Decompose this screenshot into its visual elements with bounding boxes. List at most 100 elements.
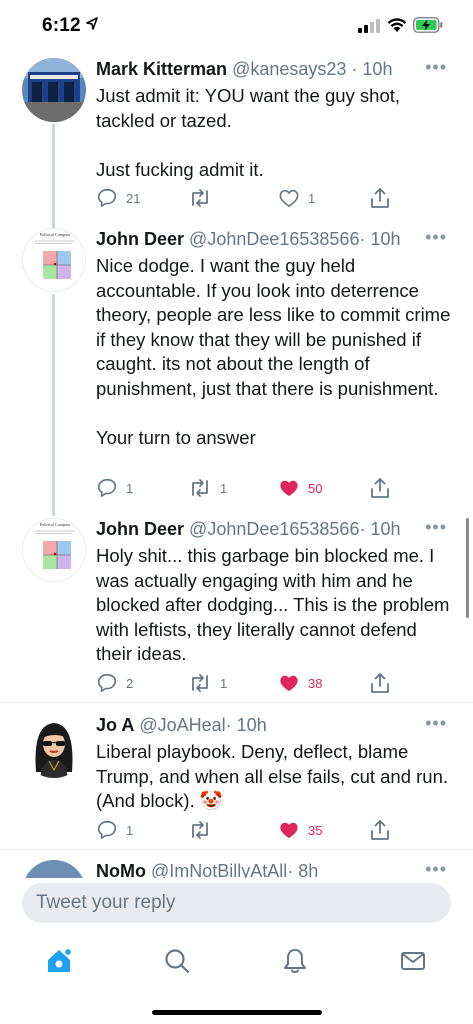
avatar[interactable]: Political Compass [22, 228, 86, 292]
retweet-button[interactable] [188, 186, 220, 210]
reply-button[interactable]: 2 [96, 671, 133, 695]
like-count: 35 [308, 822, 323, 838]
share-icon [371, 478, 389, 498]
like-button[interactable]: 38 [278, 671, 322, 695]
political-compass-avatar-icon: Political Compass [23, 229, 85, 291]
share-button[interactable] [370, 818, 390, 842]
storefront-photo-icon [22, 58, 86, 122]
heart-filled-icon [280, 822, 298, 839]
tweet[interactable]: Jo A @JoAHeal· 10h ••• Liberal playbook.… [0, 714, 473, 844]
tweet-header: Jo A @JoAHeal· 10h [96, 714, 267, 736]
user-handle[interactable]: @JoAHeal [139, 715, 225, 735]
retweet-button[interactable]: 1 [188, 476, 227, 500]
tab-notifications[interactable] [280, 946, 310, 976]
battery-charging-icon [413, 17, 443, 33]
share-icon [371, 820, 389, 840]
display-name[interactable]: John Deer [96, 519, 184, 539]
reply-icon [97, 478, 117, 498]
reply-button[interactable]: 21 [96, 186, 140, 210]
display-name[interactable]: Jo A [96, 715, 134, 735]
share-button[interactable] [370, 186, 390, 210]
avatar-title: Political Compass [40, 522, 71, 527]
reply-button[interactable]: 1 [96, 476, 133, 500]
reply-icon [97, 188, 117, 208]
more-options-icon[interactable]: ••• [425, 714, 447, 732]
share-button[interactable] [370, 671, 390, 695]
tweet[interactable]: Political Compass John Deer @JohnDee1653… [0, 518, 473, 698]
tweet-text: Just admit it: YOU want the guy shot, ta… [96, 85, 401, 180]
more-options-icon[interactable]: ••• [425, 228, 447, 246]
tweet-header: John Deer @JohnDee16538566· 10h [96, 518, 401, 540]
like-button[interactable]: 50 [278, 476, 322, 500]
tweet-time: · 10h [359, 229, 401, 249]
heart-filled-icon [280, 480, 298, 497]
user-handle[interactable]: @JohnDee16538566 [189, 229, 359, 249]
avatar[interactable] [22, 58, 86, 122]
display-name[interactable]: John Deer [96, 229, 184, 249]
retweet-count: 1 [220, 675, 228, 691]
avatar[interactable]: Political Compass [22, 518, 86, 582]
more-options-icon[interactable]: ••• [425, 58, 447, 76]
tweet-time: · 10h [359, 519, 401, 539]
search-icon [165, 949, 190, 974]
divider [0, 849, 473, 850]
retweet-icon [192, 821, 208, 839]
cartoon-woman-avatar-icon [22, 714, 86, 778]
tweet-actions: 2 1 38 [96, 671, 396, 695]
tweet-header: Mark Kitterman @kanesays23 · 10h [96, 58, 392, 80]
more-options-icon[interactable]: ••• [425, 518, 447, 536]
tab-messages[interactable] [398, 946, 428, 976]
home-icon [48, 947, 73, 972]
tweet[interactable]: Mark Kitterman @kanesays23 · 10h ••• Jus… [0, 58, 473, 208]
tab-home[interactable] [44, 946, 74, 976]
retweet-button[interactable] [188, 818, 220, 842]
reply-icon [97, 820, 117, 840]
share-button[interactable] [370, 476, 390, 500]
like-count: 1 [308, 190, 316, 206]
tweet-text: Liberal playbook. Deny, deflect, blame T… [96, 741, 454, 811]
reply-count: 21 [126, 190, 141, 206]
heart-outline-icon [279, 189, 299, 208]
scroll-indicator[interactable] [466, 518, 469, 618]
avatar[interactable] [22, 714, 86, 778]
divider [0, 702, 473, 703]
reply-count: 1 [126, 480, 134, 496]
home-indicator[interactable] [152, 1010, 322, 1015]
tweet-actions: 1 35 [96, 818, 396, 842]
retweet-icon [192, 674, 208, 692]
like-button[interactable]: 35 [278, 818, 322, 842]
location-arrow-icon [86, 17, 98, 30]
cellular-signal-icon [358, 19, 380, 33]
user-handle[interactable]: @JohnDee16538566 [189, 519, 359, 539]
mail-icon [401, 952, 425, 970]
political-compass-avatar-icon: Political Compass [23, 519, 85, 581]
more-options-icon[interactable]: ••• [425, 860, 447, 878]
retweet-icon [192, 189, 208, 207]
tab-search[interactable] [162, 946, 192, 976]
tweet[interactable]: Political Compass John Deer @JohnDee1653… [0, 228, 473, 508]
display-name[interactable]: Mark Kitterman [96, 59, 227, 79]
status-bar: 6:12 [0, 0, 473, 52]
bell-icon [284, 949, 306, 973]
like-count: 38 [308, 675, 323, 691]
reply-composer[interactable] [22, 883, 451, 923]
tweet-text: Holy shit... this garbage bin blocked me… [96, 545, 455, 664]
tweet[interactable]: NoMo @ImNotBillyAtAll· 8h ••• [0, 860, 473, 880]
reply-button[interactable]: 1 [96, 818, 133, 842]
tweet-text: Nice dodge. I want the guy held accounta… [96, 255, 451, 448]
retweet-count: 1 [220, 480, 228, 496]
tweet-time: · 10h [351, 59, 393, 79]
tweet-actions: 21 1 [96, 186, 396, 210]
tweet-header: NoMo @ImNotBillyAtAll· 8h [96, 860, 318, 880]
user-handle[interactable]: @kanesays23 [232, 59, 346, 79]
retweet-button[interactable]: 1 [188, 671, 227, 695]
tweet-header: John Deer @JohnDee16538566· 10h [96, 228, 401, 250]
reply-input[interactable] [22, 883, 451, 923]
tweet-actions: 1 1 50 [96, 476, 396, 500]
share-icon [371, 673, 389, 693]
like-count: 50 [308, 480, 323, 496]
status-time: 6:12 [42, 15, 81, 36]
reply-icon [97, 673, 117, 693]
like-button[interactable]: 1 [278, 186, 315, 210]
avatar[interactable] [22, 860, 86, 880]
